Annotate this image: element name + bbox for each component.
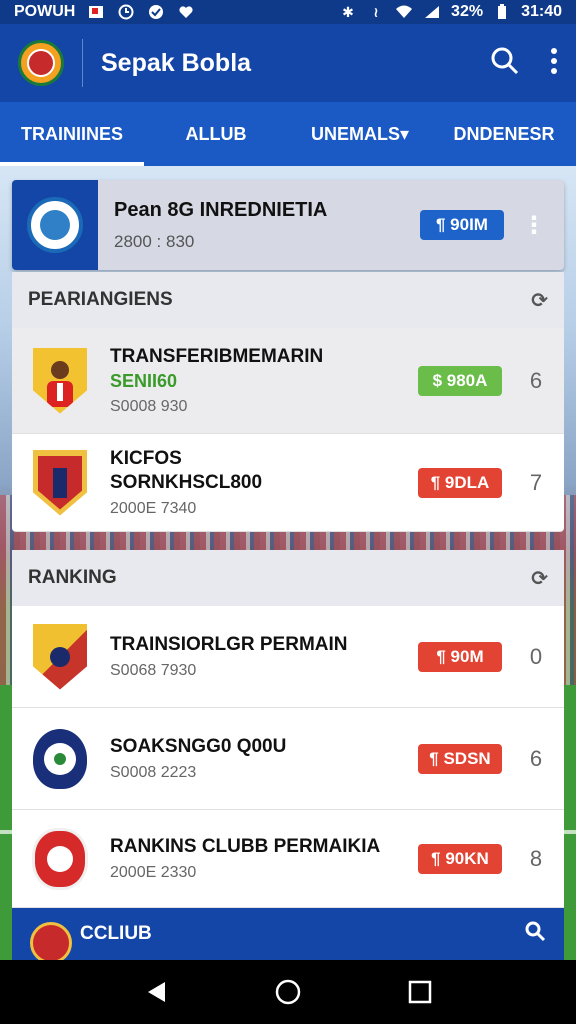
app-title: Sepak Bobla	[101, 48, 252, 77]
club-crest-icon	[30, 448, 90, 518]
item-pill-button[interactable]: ¶ 90KN	[418, 843, 502, 874]
item-status: SENII60	[110, 370, 178, 391]
item-subtitle: 2000E 2330	[110, 864, 197, 882]
club-crest-icon	[30, 724, 90, 794]
item-pill-button[interactable]: $ 980A	[418, 365, 502, 396]
list-item[interactable]: TRAINSIORLGR PERMAIN S0068 7930 ¶ 90M 0	[12, 606, 564, 708]
section-header-2: RANKING ⟳	[12, 550, 564, 606]
item-subtitle: S0068 7930	[110, 662, 197, 680]
tab-bar: TRAINIINES ALLUB UNEMALS▾ DNDENESR	[0, 102, 576, 166]
club-crest-icon	[30, 824, 90, 894]
item-rank: 6	[529, 367, 543, 393]
club-crest-icon	[30, 922, 72, 964]
featured-club-card[interactable]: Pean 8G INREDNIETIA 2800 : 830 ¶ 90IM ⋮	[12, 180, 564, 270]
recents-icon[interactable]	[405, 977, 435, 1007]
list-item[interactable]: SOAKSNGG0 Q00U S0008 2223 ¶ SDSN 6	[12, 708, 564, 810]
section-header-1: PEARIANGIENS ⟳	[12, 272, 564, 328]
tab-trainings[interactable]: TRAINIINES	[0, 102, 144, 166]
refresh-icon[interactable]: ⟳	[531, 288, 548, 313]
item-subtitle: S0008 930	[110, 397, 188, 415]
item-rank: 8	[529, 845, 543, 871]
more-vert-icon[interactable]	[550, 47, 558, 80]
item-subtitle: S0008 2223	[110, 764, 197, 782]
tab-clubs[interactable]: ALLUB	[144, 102, 288, 166]
vibrate-icon: ≀	[373, 3, 379, 20]
item-title: SOAKSNGG0 Q00U	[110, 735, 287, 757]
search-icon[interactable]	[524, 920, 546, 948]
item-title: KICFOS SORNKHSCL800	[110, 447, 263, 493]
home-icon[interactable]	[273, 977, 303, 1007]
search-icon[interactable]	[490, 46, 520, 81]
item-rank: 7	[529, 469, 543, 495]
item-subtitle: 2000E 7340	[110, 500, 197, 518]
check-icon	[147, 4, 165, 20]
app-bar: Sepak Bobla	[0, 24, 576, 102]
signal-icon	[423, 4, 441, 20]
section-title: PEARIANGIENS	[28, 289, 173, 310]
more-options-icon[interactable]: ⋮	[522, 211, 546, 240]
club-crest-icon	[30, 622, 90, 692]
item-pill-button[interactable]: ¶ SDSN	[418, 743, 502, 774]
club-footer-bar[interactable]: CCLIUB	[12, 908, 564, 964]
list-item[interactable]: KICFOS SORNKHSCL800 2000E 7340 ¶ 9DLA 7	[12, 434, 564, 532]
bluetooth-icon: ✱	[342, 3, 354, 20]
featured-title: Pean 8G INREDNIETIA	[114, 198, 328, 221]
wifi-icon	[395, 4, 413, 20]
section-title: RANKING	[28, 567, 117, 588]
battery-icon	[493, 4, 511, 20]
system-nav-bar	[0, 960, 576, 1024]
carrier-label: POWUH	[14, 3, 76, 20]
item-title: TRAINSIORLGR PERMAIN	[110, 633, 348, 655]
app-logo[interactable]	[18, 40, 64, 86]
tab-unemals[interactable]: UNEMALS▾	[288, 102, 432, 166]
item-title: RANKINS CLUBB PERMAIKIA	[110, 835, 381, 857]
app-bar-divider	[82, 39, 83, 87]
item-title: TRANSFERIBMEMARIN	[110, 346, 324, 368]
refresh-icon[interactable]: ⟳	[531, 566, 548, 591]
battery-percent: 32%	[451, 3, 484, 20]
featured-pill-button[interactable]: ¶ 90IM	[420, 210, 504, 240]
club-crest-icon	[27, 197, 83, 253]
item-rank: 6	[529, 745, 543, 771]
item-pill-button[interactable]: ¶ 90M	[418, 641, 502, 672]
list-item[interactable]: TRANSFERIBMEMARIN SENII60 S0008 930 $ 98…	[12, 328, 564, 434]
tab-indonesia[interactable]: DNDENESR	[432, 102, 576, 166]
list-item[interactable]: RANKINS CLUBB PERMAIKIA 2000E 2330 ¶ 90K…	[12, 810, 564, 908]
footer-title: CCLIUB	[80, 923, 152, 944]
featured-crest-box	[12, 180, 98, 270]
featured-subtitle: 2800 : 830	[114, 231, 195, 251]
player-avatar	[30, 346, 90, 416]
back-icon[interactable]	[141, 977, 171, 1007]
status-bar: POWUH ✱ ≀ 32% 31:40	[0, 0, 576, 24]
clock-time: 31:40	[521, 3, 562, 20]
item-rank: 0	[529, 643, 543, 669]
clock-icon	[117, 4, 135, 20]
heart-icon	[177, 4, 195, 20]
notification-icon	[87, 4, 105, 20]
item-pill-button[interactable]: ¶ 9DLA	[418, 467, 502, 498]
